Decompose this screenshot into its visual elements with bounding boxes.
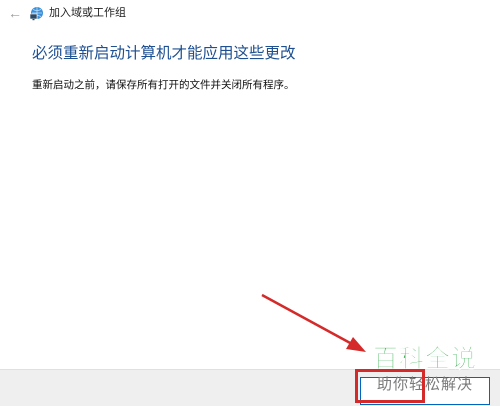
title-bar: ← 加入域或工作组 <box>0 0 500 28</box>
page-heading: 必须重新启动计算机才能应用这些更改 <box>32 45 296 62</box>
back-arrow-icon[interactable]: ← <box>6 4 24 22</box>
restart-message: 重新启动之前，请保存所有打开的文件并关闭所有程序。 <box>32 79 295 91</box>
window-title: 加入域或工作组 <box>49 7 126 19</box>
network-computer-icon <box>29 7 43 21</box>
highlight-box <box>355 369 425 403</box>
